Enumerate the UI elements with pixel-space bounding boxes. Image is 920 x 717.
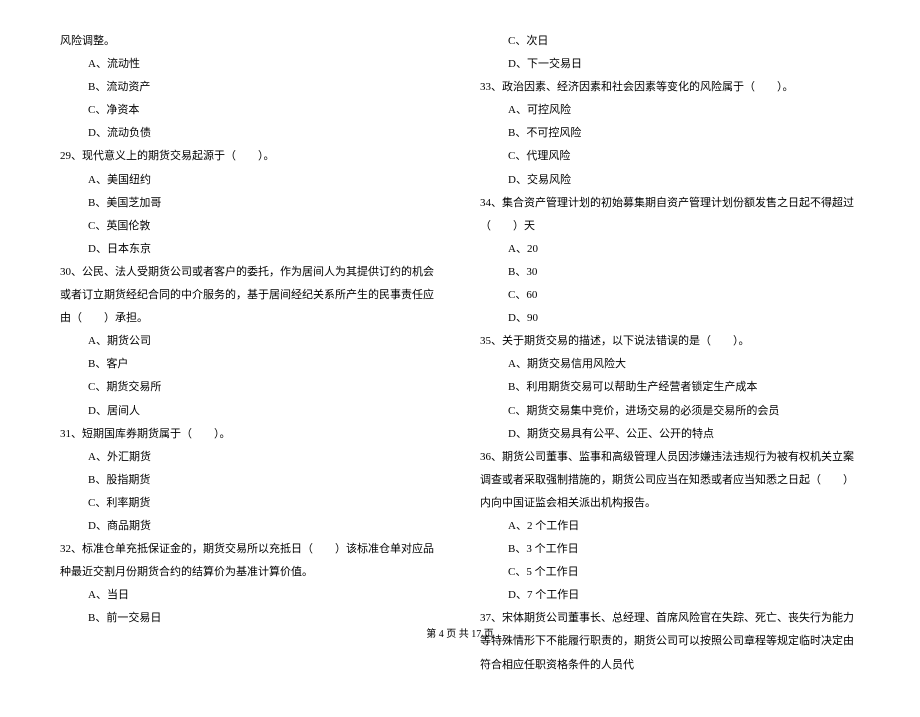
question-30: 30、公民、法人受期货公司或者客户的委托，作为居间人为其提供订约的机会或者订立期… (60, 261, 440, 330)
option: D、交易风险 (480, 169, 860, 192)
option: C、期货交易集中竞价，进场交易的必须是交易所的会员 (480, 400, 860, 423)
right-column: C、次日 D、下一交易日 33、政治因素、经济因素和社会因素等变化的风险属于（ … (480, 30, 860, 677)
option: A、美国纽约 (60, 169, 440, 192)
option: B、3 个工作日 (480, 538, 860, 561)
option: D、下一交易日 (480, 53, 860, 76)
option: A、当日 (60, 584, 440, 607)
page-footer: 第 4 页 共 17 页 (0, 625, 920, 640)
option: C、代理风险 (480, 145, 860, 168)
option: D、90 (480, 307, 860, 330)
question-32: 32、标准仓单充抵保证金的，期货交易所以充抵日（ ）该标准仓单对应品种最近交割月… (60, 538, 440, 584)
page-content: 风险调整。 A、流动性 B、流动资产 C、净资本 D、流动负债 29、现代意义上… (0, 0, 920, 717)
option: B、美国芝加哥 (60, 192, 440, 215)
question-29: 29、现代意义上的期货交易起源于（ ）。 (60, 145, 440, 168)
option: B、客户 (60, 353, 440, 376)
option: D、7 个工作日 (480, 584, 860, 607)
option: B、30 (480, 261, 860, 284)
option: C、次日 (480, 30, 860, 53)
intro-text: 风险调整。 (60, 30, 440, 53)
left-column: 风险调整。 A、流动性 B、流动资产 C、净资本 D、流动负债 29、现代意义上… (60, 30, 440, 677)
option: A、20 (480, 238, 860, 261)
option: D、日本东京 (60, 238, 440, 261)
option: C、净资本 (60, 99, 440, 122)
option: D、期货交易具有公平、公正、公开的特点 (480, 423, 860, 446)
option: C、期货交易所 (60, 376, 440, 399)
option: A、期货交易信用风险大 (480, 353, 860, 376)
option: B、利用期货交易可以帮助生产经营者锁定生产成本 (480, 376, 860, 399)
option: D、居间人 (60, 400, 440, 423)
question-34: 34、集合资产管理计划的初始募集期自资产管理计划份额发售之日起不得超过（ ）天 (480, 192, 860, 238)
question-37: 37、宋体期货公司董事长、总经理、首席风险官在失踪、死亡、丧失行为能力等特殊情形… (480, 607, 860, 676)
option: A、可控风险 (480, 99, 860, 122)
option: D、商品期货 (60, 515, 440, 538)
question-35: 35、关于期货交易的描述，以下说法错误的是（ ）。 (480, 330, 860, 353)
option: C、5 个工作日 (480, 561, 860, 584)
option: A、期货公司 (60, 330, 440, 353)
question-31: 31、短期国库券期货属于（ ）。 (60, 423, 440, 446)
option: C、60 (480, 284, 860, 307)
option: A、2 个工作日 (480, 515, 860, 538)
question-33: 33、政治因素、经济因素和社会因素等变化的风险属于（ ）。 (480, 76, 860, 99)
option: B、流动资产 (60, 76, 440, 99)
question-36: 36、期货公司董事、监事和高级管理人员因涉嫌违法违规行为被有权机关立案调查或者采… (480, 446, 860, 515)
option: B、股指期货 (60, 469, 440, 492)
option: C、英国伦敦 (60, 215, 440, 238)
option: A、外汇期货 (60, 446, 440, 469)
option: D、流动负债 (60, 122, 440, 145)
option: C、利率期货 (60, 492, 440, 515)
option: A、流动性 (60, 53, 440, 76)
option: B、不可控风险 (480, 122, 860, 145)
